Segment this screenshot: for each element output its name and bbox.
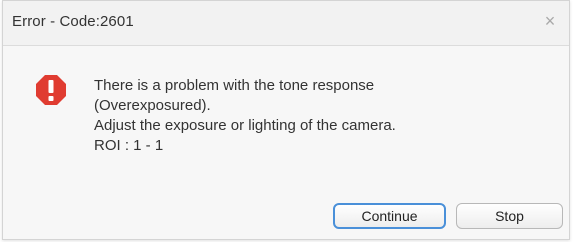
error-message: There is a problem with the tone respons… bbox=[94, 76, 396, 156]
dialog-titlebar[interactable]: Error - Code:2601 × bbox=[3, 1, 569, 46]
dialog-title: Error - Code:2601 bbox=[12, 13, 134, 30]
error-octagon-icon bbox=[35, 74, 67, 106]
stop-button[interactable]: Stop bbox=[456, 203, 563, 229]
continue-button[interactable]: Continue bbox=[333, 203, 446, 229]
error-dialog: Error - Code:2601 × There is a problem w… bbox=[2, 0, 570, 240]
message-line: Adjust the exposure or lighting of the c… bbox=[94, 117, 396, 134]
roi-line: ROI : 1 - 1 bbox=[94, 137, 164, 154]
close-icon[interactable]: × bbox=[539, 10, 561, 32]
message-line: (Overexposured). bbox=[94, 97, 211, 114]
message-line: There is a problem with the tone respons… bbox=[94, 77, 375, 94]
